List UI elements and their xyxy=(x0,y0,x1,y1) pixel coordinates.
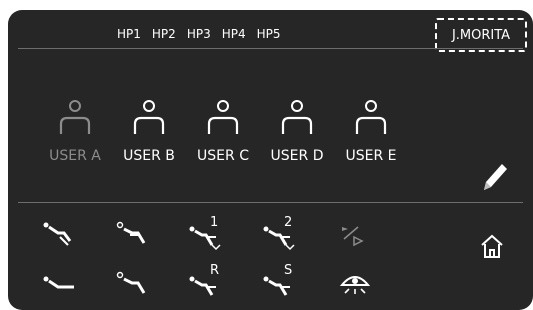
chair-return-icon xyxy=(189,276,216,296)
user-a-button[interactable]: USER A xyxy=(38,98,112,164)
chair-memory-2-button[interactable]: 2 xyxy=(258,215,300,255)
chair-position-1-button[interactable] xyxy=(38,215,80,255)
chair-upright-button[interactable] xyxy=(112,265,154,305)
memory-tag: 1 xyxy=(210,215,219,230)
hp1-button[interactable]: HP1 xyxy=(116,27,142,41)
header-divider xyxy=(18,48,523,49)
handpiece-selector: HP1 HP2 HP3 HP4 HP5 xyxy=(116,27,282,41)
user-e-button[interactable]: USER E xyxy=(334,98,408,164)
play-skip-icon xyxy=(342,226,364,247)
user-d-button[interactable]: USER D xyxy=(260,98,334,164)
play-skip-button[interactable] xyxy=(332,215,374,255)
brand-logo: J.MORITA xyxy=(435,18,527,52)
chair-position-2-icon xyxy=(116,221,146,244)
user-icon xyxy=(355,100,387,134)
user-c-button[interactable]: USER C xyxy=(186,98,260,164)
user-icon xyxy=(207,100,239,134)
spittoon-tag: S xyxy=(284,263,293,278)
hp5-button[interactable]: HP5 xyxy=(256,27,282,41)
user-label: USER E xyxy=(345,148,397,164)
chair-position-1-icon xyxy=(43,222,72,246)
memory-tag: 2 xyxy=(284,215,293,230)
chair-memory-1-icon xyxy=(189,226,221,251)
user-label: USER B xyxy=(123,148,175,164)
chair-upright-icon xyxy=(116,271,146,294)
operating-light-icon xyxy=(339,276,371,294)
chair-memory-2-icon xyxy=(263,226,295,251)
user-label: USER D xyxy=(270,148,324,164)
chair-recline-button[interactable] xyxy=(38,265,80,305)
pencil-icon[interactable] xyxy=(478,160,510,194)
user-selector: USER A USER B USER C USER D USER E xyxy=(38,98,408,164)
chair-recline-icon xyxy=(43,276,74,289)
user-icon xyxy=(133,100,165,134)
section-divider xyxy=(18,202,523,203)
user-b-button[interactable]: USER B xyxy=(112,98,186,164)
user-label: USER C xyxy=(197,148,249,164)
chair-spittoon-icon xyxy=(263,276,290,296)
chair-position-2-button[interactable] xyxy=(112,215,154,255)
hp4-button[interactable]: HP4 xyxy=(221,27,247,41)
chair-spittoon-button[interactable]: S xyxy=(258,263,300,305)
chair-memory-1-button[interactable]: 1 xyxy=(184,215,226,255)
hp3-button[interactable]: HP3 xyxy=(186,27,212,41)
control-panel: HP1 HP2 HP3 HP4 HP5 J.MORITA USER A USER… xyxy=(8,10,533,310)
user-icon xyxy=(281,100,313,134)
hp2-button[interactable]: HP2 xyxy=(151,27,177,41)
user-label: USER A xyxy=(49,148,101,164)
operating-light-button[interactable] xyxy=(334,265,376,305)
user-icon xyxy=(59,100,91,134)
return-tag: R xyxy=(210,263,220,278)
chair-return-button[interactable]: R xyxy=(184,263,226,305)
home-icon[interactable] xyxy=(478,232,506,260)
